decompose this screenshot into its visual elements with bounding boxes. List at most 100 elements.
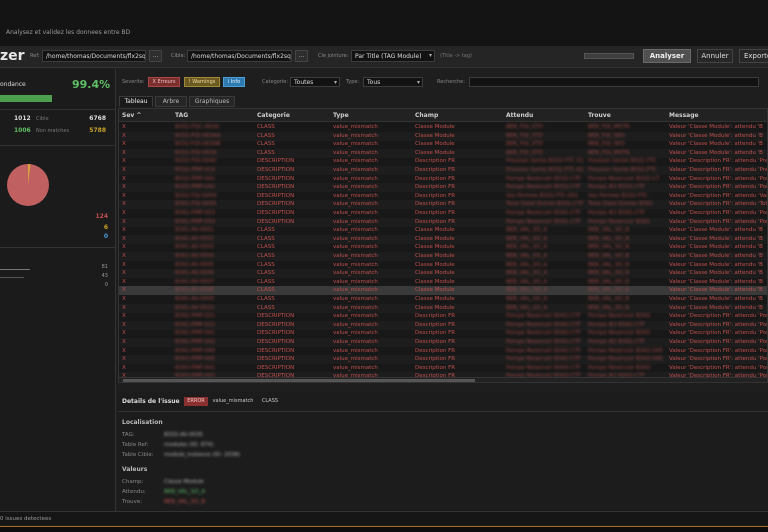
cell-categorie: DESCRIPTION bbox=[257, 364, 295, 371]
cell-tag: B332-FQC-063A bbox=[175, 124, 219, 130]
search-input[interactable] bbox=[469, 77, 759, 87]
cell-tag: B332-FQI-063AA bbox=[175, 132, 221, 139]
cell-categorie: DESCRIPTION bbox=[257, 210, 295, 216]
cell-type: value_mismatch bbox=[333, 227, 378, 234]
col-trouve[interactable]: Trouve bbox=[588, 112, 611, 119]
cell-champ: Description FR bbox=[415, 201, 456, 208]
col-champ[interactable]: Champ bbox=[415, 112, 438, 119]
categorie-select[interactable]: Toutes ▾ bbox=[290, 77, 340, 87]
cell-message: Valeur 'Description FR': attendu 'Tot bbox=[669, 201, 768, 208]
cell-type: value_mismatch bbox=[333, 158, 378, 165]
type-select[interactable]: Tous ▾ bbox=[363, 77, 423, 87]
cell-trouve: BEB_VAL_SO_B bbox=[588, 287, 630, 294]
cell-champ: Classe Module bbox=[415, 149, 455, 156]
cell-tag: B342-PMP-042 bbox=[175, 339, 215, 345]
cell-categorie: DESCRIPTION bbox=[257, 192, 295, 199]
analyse-button[interactable]: Analyser bbox=[643, 49, 691, 63]
cell-trouve: BEB_FQI_MSTN bbox=[588, 149, 630, 156]
cle-jointure-select[interactable]: Par Title (TAG Module) ▾ bbox=[351, 50, 435, 62]
cell-categorie: CLASS bbox=[257, 149, 275, 156]
cell-sev: X bbox=[122, 227, 126, 234]
tab-tableau[interactable]: Tableau bbox=[119, 96, 153, 107]
divider bbox=[0, 247, 116, 248]
cell-categorie: CLASS bbox=[257, 278, 275, 285]
divider bbox=[118, 411, 768, 412]
cell-tag: B342-PMP-022 bbox=[175, 321, 215, 328]
cell-trouve: BEB_FQI_SEO bbox=[588, 132, 625, 139]
valeurs-heading: Valeurs bbox=[122, 466, 148, 473]
cell-champ: Description FR bbox=[415, 313, 456, 320]
col-attendu[interactable]: Attendu bbox=[506, 112, 533, 119]
cell-champ: Classe Module bbox=[415, 227, 455, 234]
cell-message: Valeur 'Classe Module': attendu 'B bbox=[669, 278, 763, 285]
cell-tag: B332-FQI-0040 bbox=[175, 158, 217, 165]
detail-attendu-label: Attendu: bbox=[122, 489, 146, 495]
ref-browse-button[interactable]: ... bbox=[149, 50, 162, 62]
cell-tag: B341-AV-0009 bbox=[175, 296, 214, 302]
cell-champ: Classe Module bbox=[415, 304, 455, 311]
cell-sev: X bbox=[122, 270, 126, 277]
cell-champ: Description FR bbox=[415, 330, 456, 337]
cell-attendu: Pompe Reservoir B342-CTF bbox=[506, 321, 581, 328]
tab-graphiques[interactable]: Graphiques bbox=[189, 96, 235, 107]
cell-trouve: BEB_VAL_SO_B bbox=[588, 278, 630, 285]
horizontal-scrollbar[interactable] bbox=[119, 377, 767, 382]
cell-tag: B341-AV-0003 bbox=[175, 244, 214, 251]
mini-bar bbox=[0, 269, 30, 270]
cell-categorie: CLASS bbox=[257, 287, 275, 294]
scrollbar-thumb[interactable] bbox=[123, 379, 475, 382]
cell-tag: B343-PMP-001 bbox=[175, 364, 215, 371]
cell-tag: B342-PMP-045 bbox=[175, 356, 215, 363]
chevron-down-icon: ▾ bbox=[416, 79, 420, 86]
cell-categorie: CLASS bbox=[257, 253, 275, 259]
cell-categorie: MAPPING bbox=[257, 382, 329, 383]
cell-attendu: Pompe Reservoir B341-CTF bbox=[506, 210, 581, 216]
cell-trouve: Pression Sortie B332-FTC bbox=[588, 158, 657, 165]
export-button[interactable]: Exporter bbox=[739, 49, 768, 63]
cell-categorie: DESCRIPTION bbox=[257, 158, 295, 165]
col-categorie[interactable]: Categorie bbox=[257, 112, 290, 119]
filter-warnings-toggle[interactable]: ! Warnings bbox=[184, 77, 220, 87]
cell-message: Valeur 'Classe Module': attendu 'B bbox=[669, 124, 763, 130]
ref-path-input[interactable]: /home/thomas/Documents/flx2sql/m bbox=[42, 50, 146, 62]
col-message[interactable]: Message bbox=[669, 112, 699, 119]
cell-type: value_mismatch bbox=[333, 192, 378, 199]
filter-errors-toggle[interactable]: X Erreurs bbox=[148, 77, 180, 87]
cible-browse-button[interactable]: ... bbox=[295, 50, 308, 62]
cancel-button[interactable]: Annuler bbox=[697, 49, 733, 63]
cell-champ: Classe Module bbox=[415, 141, 455, 148]
cell-champ: Description FR bbox=[415, 321, 456, 328]
cell-type: value_mismatch bbox=[333, 330, 378, 337]
cell-champ: Description FR bbox=[415, 175, 456, 182]
cell-sev: X bbox=[122, 132, 126, 139]
cell-type: value_mismatch bbox=[333, 261, 378, 268]
cell-message: Valeur 'Classe Module': attendu 'B bbox=[669, 227, 763, 234]
cell-tag: B341-FQI-0005 bbox=[175, 201, 217, 208]
col-tag[interactable]: TAG bbox=[175, 112, 188, 119]
nomatch-value: 5788 bbox=[89, 127, 106, 134]
cell-message: Valeur 'Description FR': attendu 'Pom bbox=[669, 218, 768, 225]
tab-arbre[interactable]: Arbre bbox=[155, 96, 187, 107]
cell-attendu: BEB_VAL_SO_A bbox=[506, 278, 548, 285]
cell-champ: Classe Module bbox=[415, 270, 455, 277]
cell-message: Valeur 'Description FR': attendu 'Pom bbox=[669, 210, 768, 216]
cible-path-input[interactable]: /home/thomas/Documents/flx2sql/pl bbox=[187, 50, 292, 62]
col-type[interactable]: Type bbox=[333, 112, 349, 119]
category-badge: CLASS bbox=[261, 398, 279, 404]
filter-info-toggle[interactable]: i Info bbox=[223, 77, 245, 87]
cell-champ: Description FR bbox=[415, 184, 456, 191]
cell-champ: Description FR bbox=[415, 192, 456, 199]
cell-attendu: BEB_FQI_STD bbox=[506, 141, 543, 148]
issues-table: Sev ^ TAG Categorie Type Champ Attendu T… bbox=[118, 108, 768, 383]
col-sev[interactable]: Sev ^ bbox=[122, 112, 141, 119]
progress-bar bbox=[584, 53, 634, 59]
cell-categorie: DESCRIPTION bbox=[257, 184, 295, 191]
detail-cible-value: module_instance (ID: 2038) bbox=[164, 452, 241, 458]
type-label: Type: bbox=[346, 79, 360, 85]
cell-type: value_mismatch bbox=[333, 313, 378, 320]
cell-attendu: BEB_VAL_SO_A bbox=[506, 270, 548, 277]
cell-sev: X bbox=[122, 287, 126, 294]
cell-trouve: Pompe Reservoir B343 bbox=[588, 364, 651, 371]
cell-message: Valeur 'Description FR': attendu 'Pom bbox=[669, 175, 768, 182]
cell-champ: Description FR bbox=[415, 356, 456, 363]
